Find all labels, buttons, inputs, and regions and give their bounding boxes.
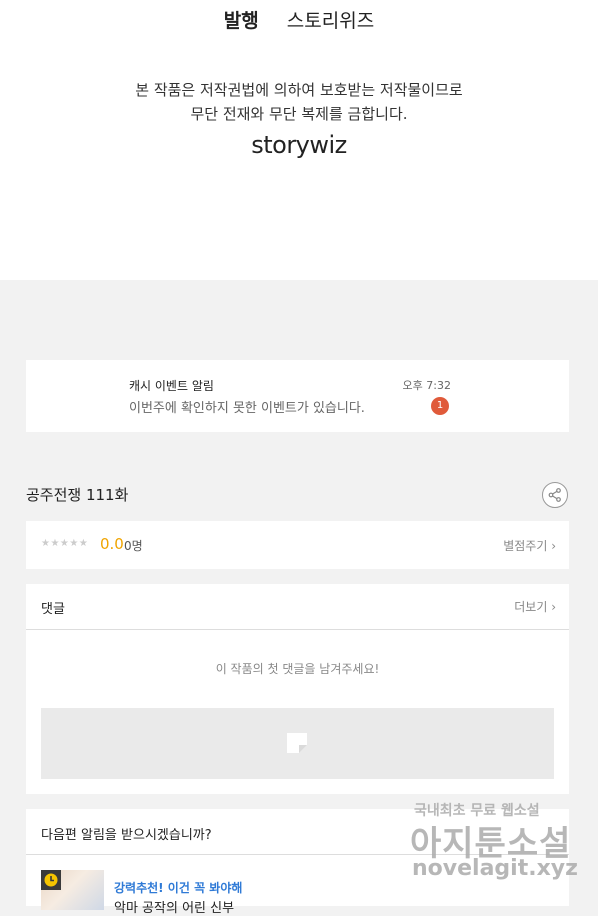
- comments-header: 댓글: [41, 602, 65, 617]
- notification-message: 이번주에 확인하지 못한 이벤트가 있습니다.: [129, 401, 365, 416]
- share-icon[interactable]: [542, 482, 568, 508]
- notification-badge: 1: [431, 397, 449, 415]
- notification-time: 오후 7:32: [402, 379, 451, 392]
- watermark-line-3: novelagit.xyz: [412, 856, 578, 881]
- rating-bar: ★★★★★ 0.0 0명 별점주기 ›: [26, 521, 569, 569]
- copyright-section: 발행 스토리위즈 본 작품은 저작권법에 의하여 보호받는 저작물이므로 무단 …: [0, 0, 598, 280]
- copyright-line-2: 무단 전재와 무단 복제를 금합니다.: [190, 105, 408, 123]
- episode-title: 공주전쟁 111화: [26, 486, 129, 504]
- comments-empty-message: 이 작품의 첫 댓글을 남겨주세요!: [215, 662, 380, 676]
- site-watermark: 국내최초 무료 웹소설 아지툰소설 novelagit.xyz: [410, 800, 580, 895]
- image-placeholder-icon: [287, 733, 307, 753]
- publisher-label: 발행: [223, 10, 259, 32]
- comments-more-button[interactable]: 더보기 ›: [514, 598, 556, 615]
- comments-section: 댓글 더보기 › 이 작품의 첫 댓글을 남겨주세요!: [26, 584, 569, 794]
- rating-stars: ★★★★★: [41, 538, 89, 549]
- notification-title: 캐시 이벤트 알림: [129, 379, 214, 393]
- recommend-label[interactable]: 강력추천! 이건 꼭 봐야해: [114, 879, 242, 896]
- cash-event-notification[interactable]: 캐시 이벤트 알림 이번주에 확인하지 못한 이벤트가 있습니다. 오후 7:3…: [26, 360, 569, 432]
- rating-count: 0명: [124, 539, 143, 553]
- publisher-info: 발행 스토리위즈: [0, 6, 598, 33]
- storywiz-logo: storywiz: [251, 131, 347, 159]
- divider: [26, 629, 569, 630]
- clock-icon: [41, 870, 61, 890]
- next-episode-question: 다음편 알림을 받으시겠습니까?: [41, 828, 212, 843]
- rate-button[interactable]: 별점주기 ›: [503, 537, 556, 554]
- recommend-title[interactable]: 악마 공작의 어린 신부: [114, 897, 234, 916]
- rating-score: 0.0: [100, 535, 124, 553]
- copyright-line-1: 본 작품은 저작권법에 의하여 보호받는 저작물이므로: [135, 81, 463, 99]
- copyright-notice: 본 작품은 저작권법에 의하여 보호받는 저작물이므로 무단 전재와 무단 복제…: [0, 78, 598, 126]
- comment-input-box[interactable]: [41, 708, 554, 779]
- publisher-name: 스토리위즈: [286, 10, 375, 32]
